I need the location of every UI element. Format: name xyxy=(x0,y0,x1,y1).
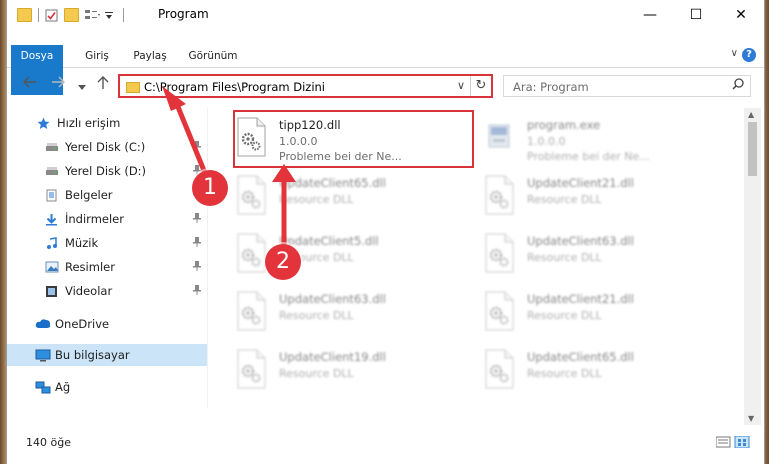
annotation-badge-2: 2 xyxy=(265,244,301,280)
annotation-badge-1: 1 xyxy=(192,170,228,206)
annotation-overlay xyxy=(162,86,296,245)
